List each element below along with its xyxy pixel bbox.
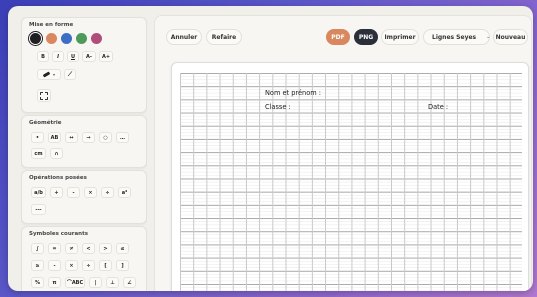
geometry-title: Géométrie (29, 120, 62, 126)
eraser-button[interactable]: ⟋ (64, 69, 76, 80)
symbols-panel: Symboles courants ∫ = ≠ < > ≤ ≥ - × ÷ [ … (21, 226, 147, 291)
increase-font-button[interactable]: A+ (99, 51, 113, 62)
symbol-button[interactable]: > (99, 243, 112, 254)
geometry-panel: Géométrie • AB ↔ → ○ … cm ∩ (21, 115, 147, 168)
line-tool[interactable]: ↔ (65, 132, 78, 143)
line-style-select[interactable]: Lignes Seyes ⌄ (423, 29, 490, 45)
symbol-button[interactable]: = (48, 243, 61, 254)
symbol-button[interactable]: ÷ (82, 260, 95, 271)
underline-button[interactable]: U (67, 51, 79, 62)
formatting-title: Mise en forme (29, 22, 74, 28)
symbols-title: Symboles courants (29, 231, 88, 237)
new-document-button[interactable]: Nouveau (493, 29, 528, 45)
color-swatch-green[interactable] (76, 33, 87, 44)
selection-icon (40, 91, 48, 100)
symbol-button[interactable]: ≥ (31, 260, 44, 271)
division-button[interactable]: ÷ (101, 187, 114, 198)
symbol-button[interactable]: ≤ (116, 243, 129, 254)
editor-area: Annuler Refaire PDF PNG Imprimer Lignes … (154, 15, 532, 291)
sidebar: Mise en forme B I U A- A+ ▾ ⟋ Géométrie … (21, 17, 147, 291)
symbol-button[interactable]: × (65, 260, 78, 271)
date-label: Date : (428, 103, 449, 111)
seyes-paper[interactable]: Nom et prénom : Classe : Date : (171, 62, 529, 291)
eraser-icon: ⟋ (67, 70, 73, 78)
line-style-value: Lignes Seyes (432, 33, 477, 41)
print-button[interactable]: Imprimer (381, 29, 419, 45)
segment-tool[interactable]: AB (48, 132, 61, 143)
symbol-button[interactable]: ≠ (65, 243, 78, 254)
app-window: Mise en forme B I U A- A+ ▾ ⟋ Géométrie … (8, 6, 533, 291)
seyes-grid (180, 73, 522, 291)
symbol-button[interactable]: ∠ (123, 277, 136, 288)
italic-button[interactable]: I (52, 51, 64, 62)
bold-button[interactable]: B (37, 51, 49, 62)
symbol-button[interactable]: - (48, 260, 61, 271)
fraction-bar-button[interactable]: --- (31, 204, 46, 215)
name-label: Nom et prénom : (265, 89, 321, 97)
symbol-button[interactable]: < (82, 243, 95, 254)
symbol-button[interactable]: [ (99, 260, 112, 271)
ray-tool[interactable]: → (82, 132, 95, 143)
symbol-button[interactable]: π (48, 277, 61, 288)
symbol-button[interactable]: % (31, 277, 44, 288)
circle-tool[interactable]: ○ (99, 132, 112, 143)
power-button[interactable]: a² (118, 187, 131, 198)
undo-button[interactable]: Annuler (166, 29, 202, 45)
multiplication-button[interactable]: × (84, 187, 97, 198)
symbol-button[interactable]: ⌒ABC (65, 277, 85, 288)
color-swatch-black[interactable] (30, 33, 41, 44)
symbol-button[interactable]: ] (116, 260, 129, 271)
export-png-button[interactable]: PNG (354, 29, 378, 45)
color-swatch-orange[interactable] (46, 33, 57, 44)
dashed-tool[interactable]: … (116, 132, 129, 143)
point-tool[interactable]: • (31, 132, 44, 143)
pen-size-select[interactable]: ▾ (37, 69, 61, 80)
operations-panel: Opérations posées a/b + - × ÷ a² --- (21, 170, 147, 224)
class-label: Classe : (265, 103, 291, 111)
protractor-tool[interactable]: ∩ (50, 148, 63, 159)
chevron-down-icon: ⌄ (486, 34, 491, 40)
symbol-button[interactable]: ∫ (31, 243, 44, 254)
formatting-panel: Mise en forme B I U A- A+ ▾ ⟋ (21, 17, 147, 113)
subtraction-button[interactable]: - (67, 187, 80, 198)
addition-button[interactable]: + (50, 187, 63, 198)
operations-title: Opérations posées (29, 175, 87, 181)
decrease-font-button[interactable]: A- (82, 51, 96, 62)
ruler-tool[interactable]: cm (31, 148, 46, 159)
marker-icon (42, 71, 51, 78)
selection-tool-button[interactable] (37, 89, 51, 102)
fraction-button[interactable]: a/b (31, 187, 46, 198)
chevron-down-icon: ▾ (52, 72, 55, 77)
export-pdf-button[interactable]: PDF (326, 29, 350, 45)
redo-button[interactable]: Refaire (206, 29, 242, 45)
color-swatch-blue[interactable] (61, 33, 72, 44)
symbol-button[interactable]: ⊥ (106, 277, 119, 288)
symbol-button[interactable]: | (89, 277, 102, 288)
color-swatch-pink[interactable] (91, 33, 102, 44)
